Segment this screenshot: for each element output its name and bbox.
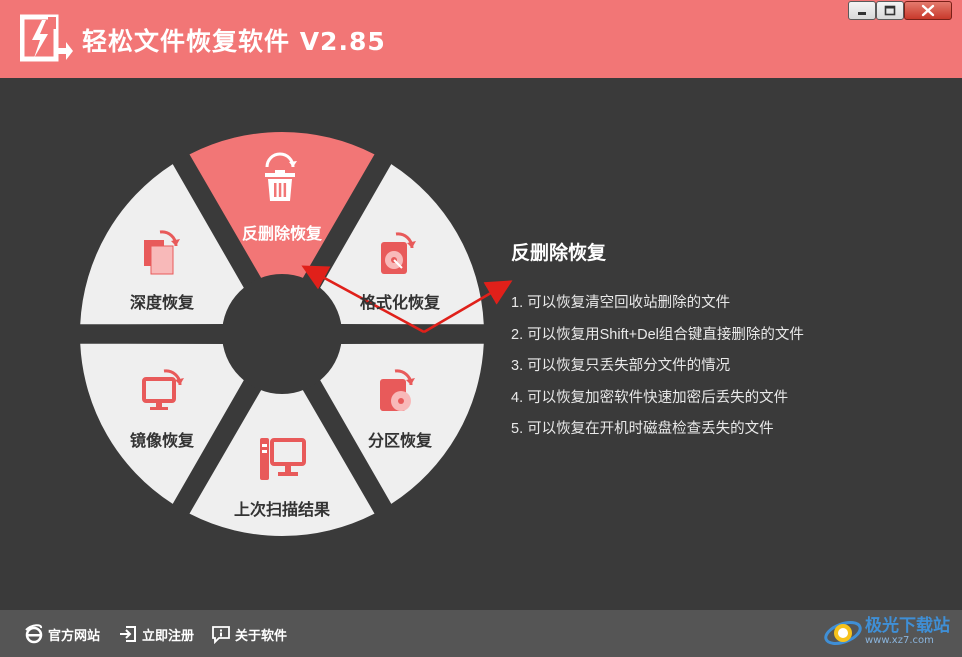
watermark-text: 极光下载站 <box>865 616 950 636</box>
watermark-logo-icon <box>824 621 862 645</box>
maximize-button[interactable] <box>876 1 904 20</box>
watermark-url: www.xz7.com <box>865 635 934 646</box>
function-wheel <box>80 132 513 536</box>
info-title: 反删除恢复 <box>511 242 607 264</box>
info-list: 1. 可以恢复清空回收站删除的文件 2. 可以恢复用Shift+Del组合键直接… <box>511 291 804 449</box>
info-item: 2. 可以恢复用Shift+Del组合键直接删除的文件 <box>511 326 804 343</box>
close-button[interactable] <box>904 1 952 20</box>
segment-label-undelete[interactable]: 反删除恢复 <box>242 220 322 244</box>
app-title: 轻松文件恢复软件 V2.85 <box>82 27 386 56</box>
watermark: 极光下载站 www.xz7.com <box>821 613 950 651</box>
register-icon <box>120 626 136 642</box>
info-item: 3. 可以恢复只丢失部分文件的情况 <box>511 358 731 374</box>
official-website-link[interactable]: 官方网站 <box>24 624 100 644</box>
minimize-button[interactable] <box>848 1 876 20</box>
wheel-center <box>222 274 342 394</box>
close-icon <box>921 4 935 17</box>
about-label: 关于软件 <box>235 628 288 644</box>
info-item: 5. 可以恢复在开机时磁盘检查丢失的文件 <box>511 421 774 437</box>
maximize-icon <box>884 5 896 16</box>
info-icon <box>212 626 230 644</box>
segment-label-format[interactable]: 格式化恢复 <box>360 289 440 313</box>
app-logo-icon <box>20 14 73 62</box>
ie-icon <box>25 624 43 644</box>
title-bar: 轻松文件恢复软件 V2.85 <box>0 0 962 78</box>
minimize-icon <box>858 12 866 15</box>
info-item: 1. 可以恢复清空回收站删除的文件 <box>511 295 731 311</box>
segment-label-deep[interactable]: 深度恢复 <box>130 289 194 313</box>
segment-label-partition[interactable]: 分区恢复 <box>368 427 432 451</box>
segment-label-image[interactable]: 镜像恢复 <box>130 427 194 451</box>
footer-bar: 官方网站 立即注册 关于软件 极光下载站 www.xz7.com <box>0 610 962 657</box>
info-item: 4. 可以恢复加密软件快速加密后丢失的文件 <box>511 389 789 406</box>
segment-label-last-scan[interactable]: 上次扫描结果 <box>234 496 330 520</box>
main-panel: 反删除恢复 格式化恢复 分区恢复 上次扫描结果 镜像恢复 深度恢复 反删除恢复 … <box>0 78 962 610</box>
register-link[interactable]: 立即注册 <box>118 624 194 644</box>
official-website-label: 官方网站 <box>48 628 101 644</box>
register-label: 立即注册 <box>142 628 195 644</box>
about-link[interactable]: 关于软件 <box>211 624 287 644</box>
